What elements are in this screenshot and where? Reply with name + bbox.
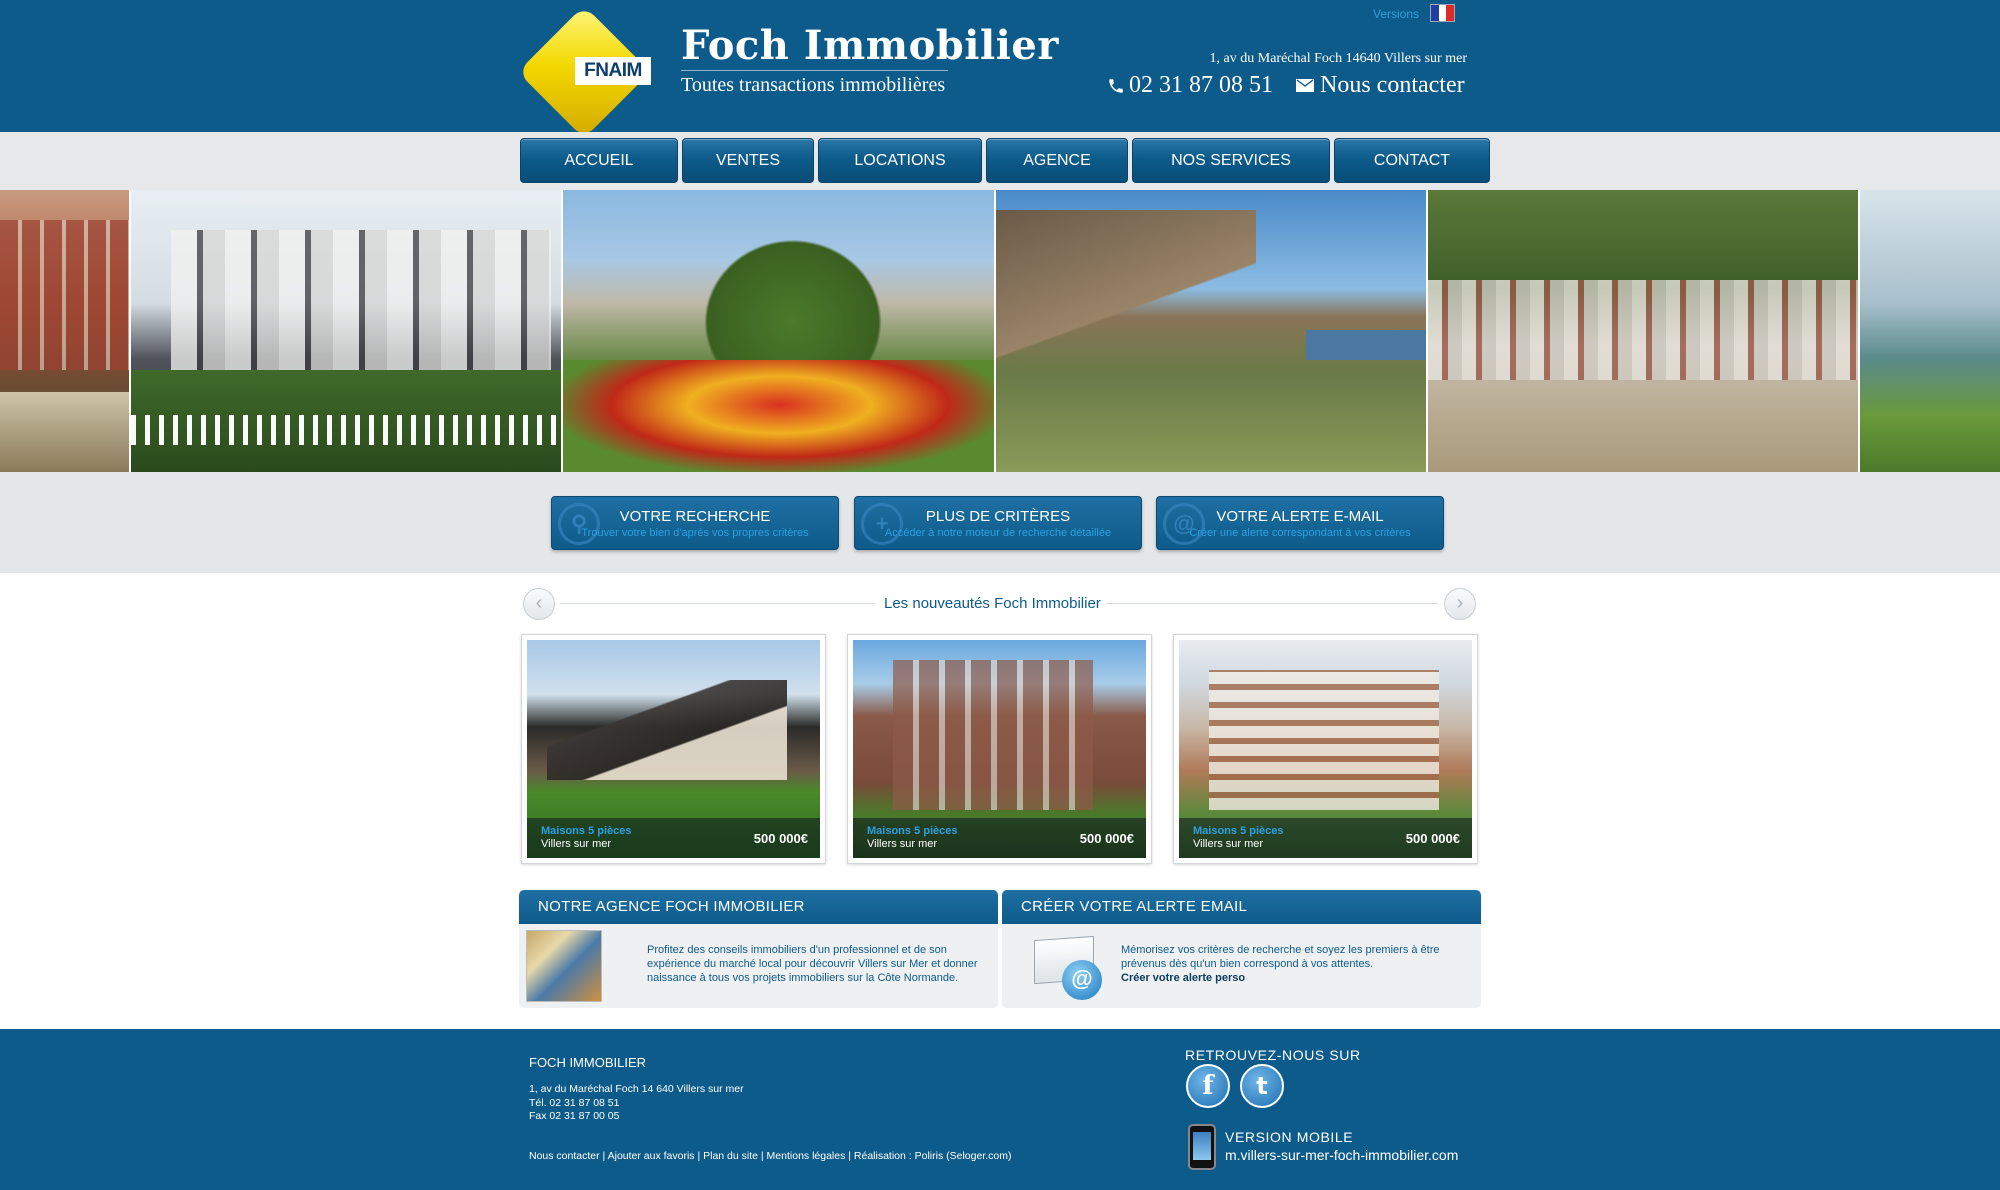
property-card[interactable]: Maisons 5 pièces Villers sur mer 500 000… [847, 634, 1152, 864]
email-alert-title: VOTRE ALERTE E-MAIL [1216, 508, 1384, 525]
card-type: Maisons 5 pièces [867, 825, 958, 837]
card-location: Villers sur mer [1193, 838, 1264, 850]
tagline-divider [681, 70, 948, 71]
at-sign-icon: @ [1062, 960, 1102, 1000]
header-contact-link[interactable]: Nous contacter [1296, 72, 1465, 99]
footer-find-us: RETROUVEZ-NOUS SUR [1185, 1047, 1361, 1063]
card-price: 500 000€ [1405, 831, 1460, 846]
property-card[interactable]: Maisons 5 pièces Villers sur mer 500 000… [521, 634, 826, 864]
agency-panel: NOTRE AGENCE FOCH IMMOBILIER Profitez de… [519, 890, 998, 1008]
footer-mobile-url[interactable]: m.villers-sur-mer-foch-immobilier.com [1225, 1147, 1458, 1163]
agency-panel-text: Profitez des conseils immobiliers d'un p… [647, 944, 978, 984]
property-photo[interactable]: Maisons 5 pièces Villers sur mer 500 000… [853, 640, 1146, 858]
alert-panel-description: Mémorisez vos critères de recherche et s… [1121, 944, 1440, 970]
banner-photo-villas [131, 190, 563, 472]
banner-photo-cliffs [996, 190, 1428, 472]
search-button-title: VOTRE RECHERCHE [619, 508, 771, 525]
header-phone-number: 02 31 87 08 51 [1129, 72, 1273, 98]
footer-mobile-label[interactable]: VERSION MOBILE [1225, 1129, 1353, 1145]
facebook-icon[interactable]: f [1186, 1064, 1230, 1108]
alert-panel-title: CRÉER VOTRE ALERTE EMAIL [1002, 890, 1481, 924]
versions-link[interactable]: Versions [1373, 7, 1419, 21]
card-price: 500 000€ [753, 831, 808, 846]
photo-banner [0, 190, 2000, 472]
nav-contact[interactable]: CONTACT [1334, 138, 1490, 183]
nav-nos-services[interactable]: NOS SERVICES [1132, 138, 1330, 183]
nav-locations[interactable]: LOCATIONS [818, 138, 982, 183]
alert-panel-text: Mémorisez vos critères de recherche et s… [1121, 943, 1471, 985]
banner-photo-marsh [1860, 190, 2000, 472]
agency-panel-title: NOTRE AGENCE FOCH IMMOBILIER [519, 890, 998, 924]
site-tagline: Toutes transactions immobilières [681, 74, 946, 96]
search-button[interactable]: ⚲ VOTRE RECHERCHE Trouver votre bien d'a… [551, 496, 839, 550]
footer-tel: Tél. 02 31 87 08 51 [529, 1097, 620, 1109]
footer-company: FOCH IMMOBILIER [529, 1055, 647, 1070]
news-title: Les nouveautés Foch Immobilier [884, 595, 1101, 612]
carousel-prev-arrow-icon[interactable]: ‹ [523, 588, 555, 620]
site-brand[interactable]: Foch Immobilier [681, 22, 1059, 69]
nav-ventes[interactable]: VENTES [682, 138, 814, 183]
property-card[interactable]: Maisons 5 pièces Villers sur mer 500 000… [1173, 634, 1478, 864]
banner-photo-dinosaur [563, 190, 996, 472]
main-nav: ACCUEIL VENTES LOCATIONS AGENCE NOS SERV… [520, 138, 1490, 183]
mobile-phone-icon[interactable] [1188, 1124, 1216, 1170]
envelope-icon [1296, 79, 1314, 92]
card-type: Maisons 5 pièces [1193, 825, 1284, 837]
twitter-icon[interactable]: t [1240, 1064, 1284, 1108]
email-alert-button[interactable]: @ VOTRE ALERTE E-MAIL Créer une alerte c… [1156, 496, 1444, 550]
carousel-next-arrow-icon[interactable]: › [1444, 588, 1476, 620]
search-button-subtitle: Trouver votre bien d'après vos propres c… [581, 527, 809, 539]
fnaim-logo-badge[interactable]: FNAIM [575, 57, 651, 85]
alert-panel-link[interactable]: Créer votre alerte perso [1121, 972, 1245, 984]
news-divider-left [560, 603, 875, 604]
banner-photo-market [0, 190, 131, 472]
more-criteria-subtitle: Accéder à notre moteur de recherche déta… [884, 527, 1112, 539]
card-type: Maisons 5 pièces [541, 825, 632, 837]
french-flag-icon[interactable] [1430, 4, 1455, 22]
card-location: Villers sur mer [541, 838, 612, 850]
banner-photo-town [1428, 190, 1860, 472]
header-phone: 02 31 87 08 51 [1107, 72, 1273, 99]
email-alert-subtitle: Créer une alerte correspondant à vos cri… [1189, 527, 1411, 539]
footer-address: 1, av du Maréchal Foch 14 640 Villers su… [529, 1083, 744, 1095]
more-criteria-button[interactable]: + PLUS DE CRITÈRES Accéder à notre moteu… [854, 496, 1142, 550]
alert-panel: CRÉER VOTRE ALERTE EMAIL @ Mémorisez vos… [1002, 890, 1481, 1008]
header-address: 1, av du Maréchal Foch 14640 Villers sur… [1209, 51, 1467, 66]
nav-agence[interactable]: AGENCE [986, 138, 1128, 183]
phone-icon [1109, 78, 1123, 93]
news-divider-right [1106, 603, 1438, 604]
property-photo[interactable]: Maisons 5 pièces Villers sur mer 500 000… [1179, 640, 1472, 858]
property-photo[interactable]: Maisons 5 pièces Villers sur mer 500 000… [527, 640, 820, 858]
footer-fax: Fax 02 31 87 00 05 [529, 1110, 620, 1122]
card-location: Villers sur mer [867, 838, 938, 850]
footer-links[interactable]: Nous contacter | Ajouter aux favoris | P… [529, 1150, 1011, 1162]
card-price: 500 000€ [1079, 831, 1134, 846]
agency-photo[interactable] [526, 930, 602, 1002]
header-contact-label[interactable]: Nous contacter [1320, 72, 1465, 99]
site-footer [0, 1029, 2000, 1190]
more-criteria-title: PLUS DE CRITÈRES [925, 508, 1071, 525]
nav-accueil[interactable]: ACCUEIL [520, 138, 678, 183]
